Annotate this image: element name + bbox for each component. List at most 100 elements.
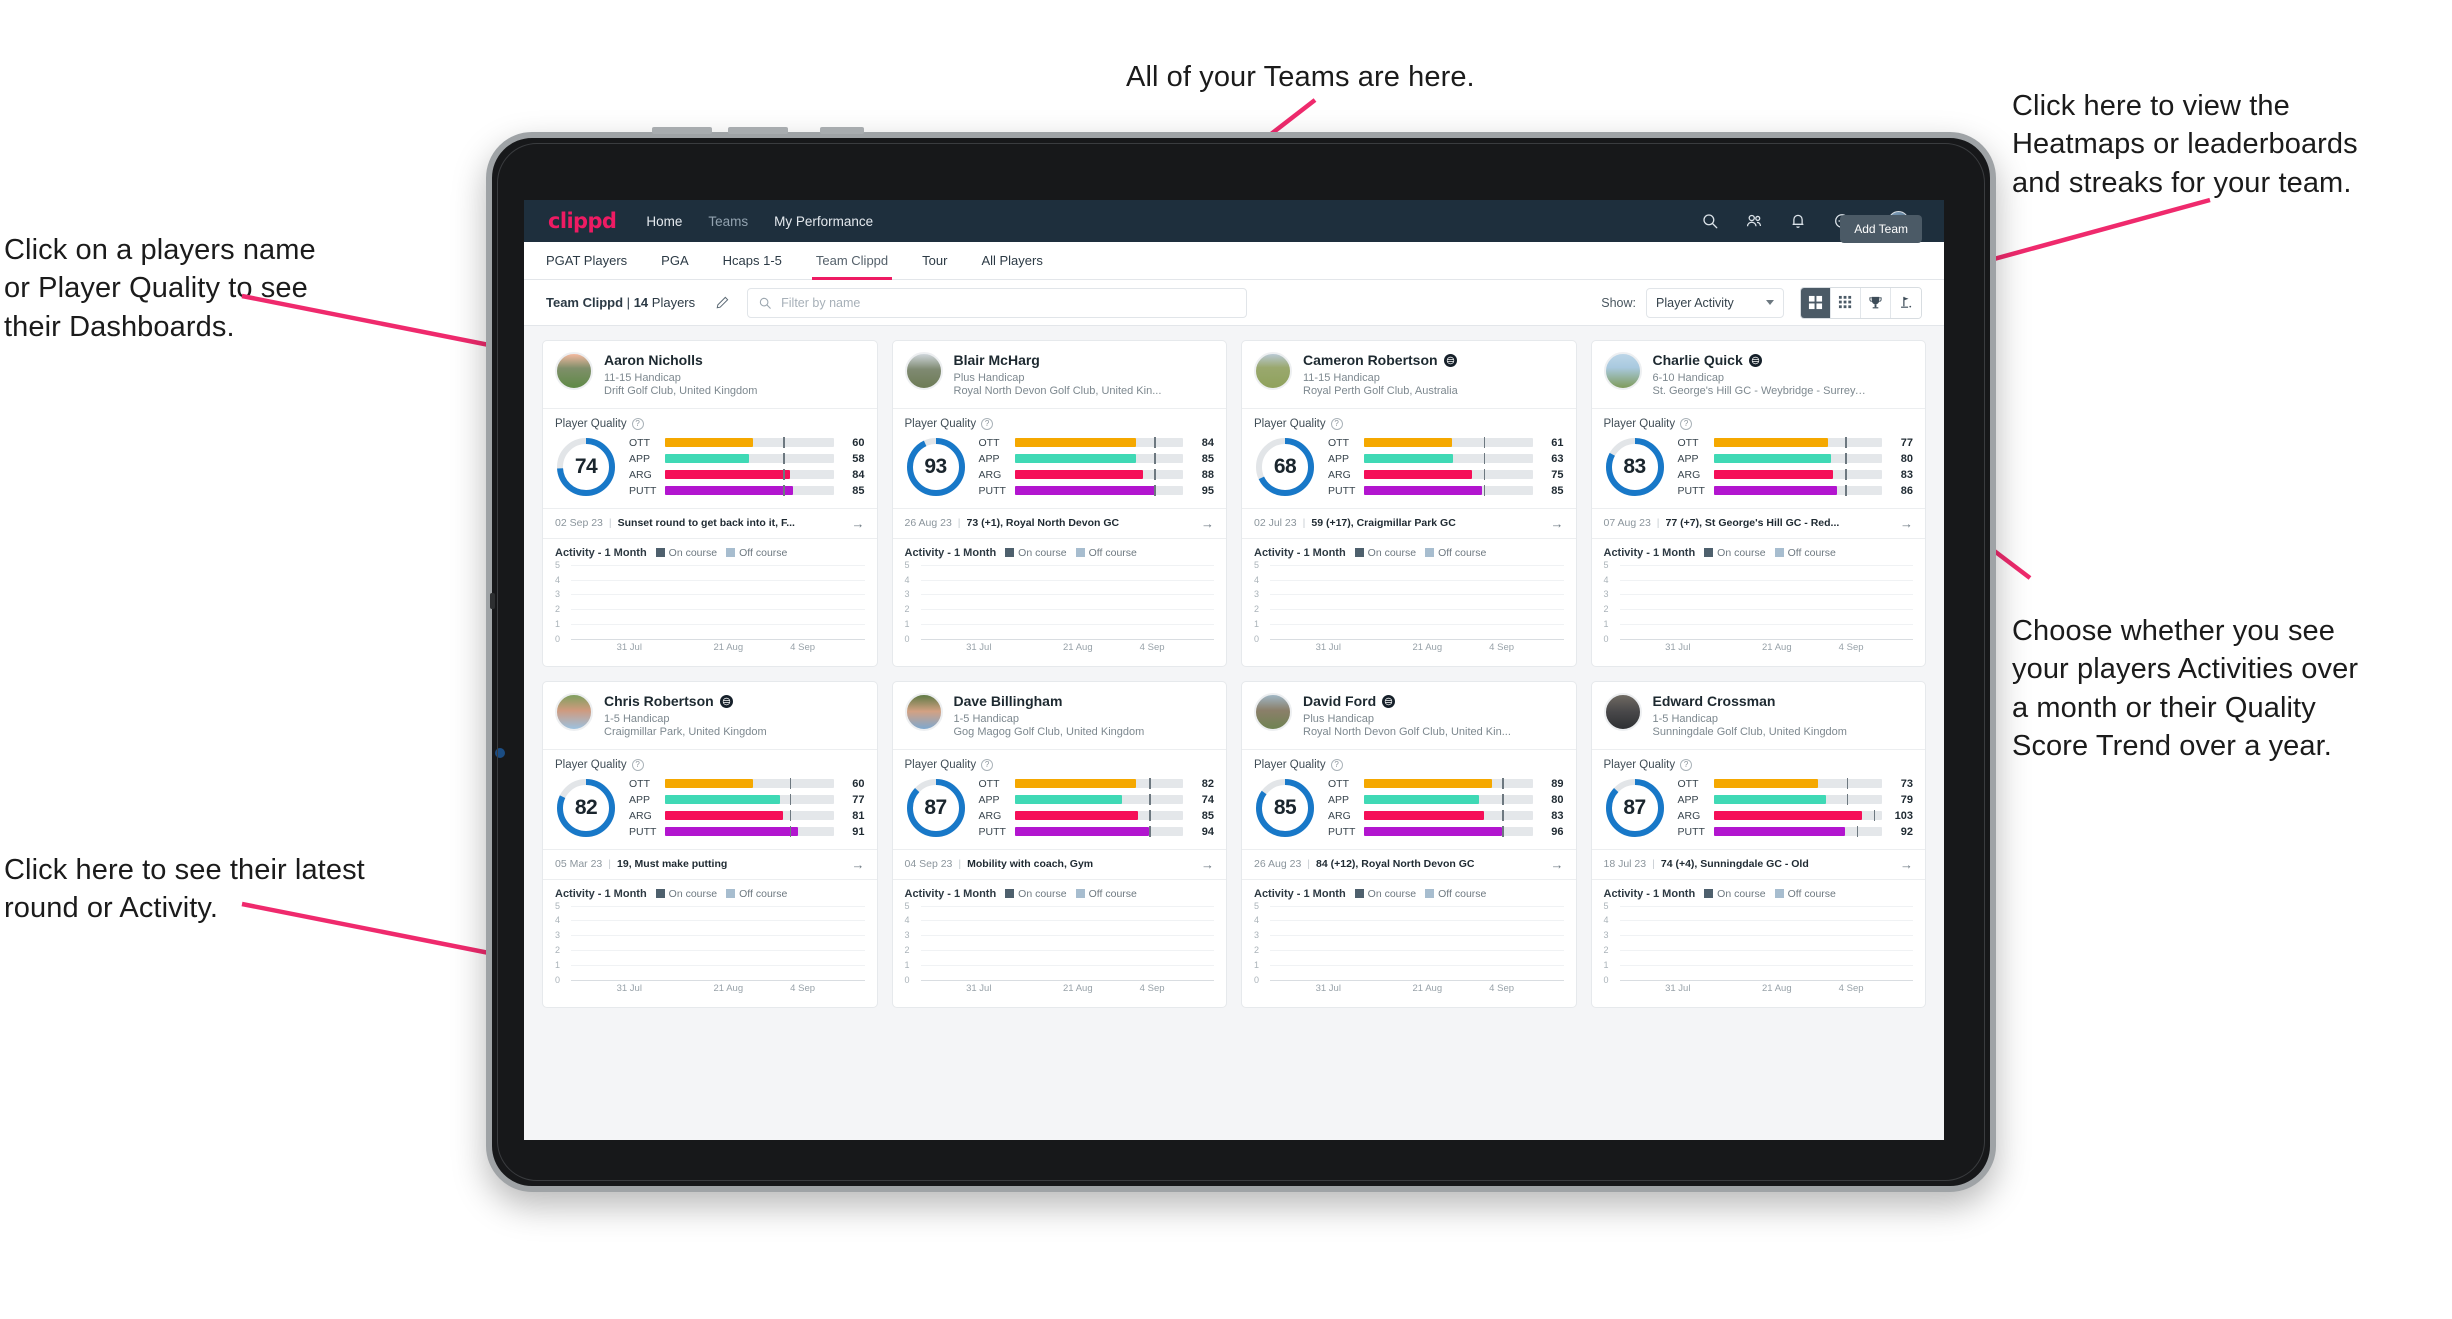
player-card-header[interactable]: Blair McHarg Plus Handicap Royal North Dev… bbox=[893, 341, 1227, 408]
clippd-logo[interactable]: clippd bbox=[548, 209, 617, 233]
player-card[interactable]: Cameron Robertson 11-15 Handicap Royal Per… bbox=[1241, 340, 1577, 667]
latest-round-row[interactable]: 26 Aug 23 | 84 (+12), Royal North Devon GC… bbox=[1242, 848, 1576, 879]
volume-up-button[interactable] bbox=[652, 127, 712, 134]
arrow-right-icon[interactable]: → bbox=[1551, 857, 1564, 872]
tab-hcaps-1-5[interactable]: Hcaps 1-5 bbox=[723, 242, 782, 280]
player-card-header[interactable]: Aaron Nicholls 11-15 Handicap Drift Golf C… bbox=[543, 341, 877, 408]
player-card-header[interactable]: Dave Billingham 1-5 Handicap Gog Magog Gol… bbox=[893, 682, 1227, 749]
avatar[interactable] bbox=[555, 352, 593, 390]
player-quality-section[interactable]: Player Quality? 87 OTT 82 APP 74 ARG 85 PUTT 94 bbox=[892, 748, 1226, 849]
grid-large-icon[interactable] bbox=[1801, 287, 1831, 318]
nav-link-teams[interactable]: Teams bbox=[708, 214, 748, 229]
avatar[interactable] bbox=[555, 692, 593, 731]
player-quality-section[interactable]: Player Quality? 74 OTT 60 APP 58 ARG 84 PUTT 85 bbox=[543, 407, 877, 508]
player-name-row[interactable]: Edward Crossman bbox=[1653, 693, 1847, 710]
player-name-row[interactable]: Dave Billingham bbox=[954, 693, 1145, 710]
player-name[interactable]: Cameron Robertson bbox=[1303, 352, 1438, 369]
people-icon[interactable] bbox=[1745, 212, 1763, 230]
help-icon[interactable]: ? bbox=[1330, 417, 1343, 430]
latest-round-row[interactable]: 18 Jul 23 | 74 (+4), Sunningdale GC - Old → bbox=[1591, 848, 1925, 879]
show-select[interactable]: Player Activity bbox=[1646, 287, 1784, 318]
arrow-right-icon[interactable]: → bbox=[1551, 516, 1564, 531]
volume-down-button[interactable] bbox=[728, 127, 788, 134]
quality-score-ring[interactable]: 74 bbox=[555, 436, 617, 498]
quality-score-ring[interactable]: 83 bbox=[1604, 436, 1666, 498]
tab-team-clippd[interactable]: Team Clippd bbox=[811, 242, 893, 280]
player-card-header[interactable]: Cameron Robertson 11-15 Handicap Royal Per… bbox=[1242, 341, 1576, 408]
help-icon[interactable]: ? bbox=[981, 417, 994, 430]
quality-score-ring[interactable]: 68 bbox=[1254, 436, 1316, 498]
search-icon[interactable] bbox=[1701, 212, 1719, 230]
arrow-right-icon[interactable]: → bbox=[852, 516, 865, 531]
avatar[interactable] bbox=[1603, 352, 1642, 390]
latest-round-row[interactable]: 02 Sep 23 | Sunset round to get back into … bbox=[543, 507, 877, 538]
player-card-header[interactable]: Chris Robertson 1-5 Handicap Craigmillar P… bbox=[543, 682, 877, 749]
arrow-right-icon[interactable]: → bbox=[852, 857, 865, 872]
avatar[interactable] bbox=[904, 692, 943, 731]
latest-round-row[interactable]: 05 Mar 23 | 19, Must make putting → bbox=[543, 848, 877, 879]
bell-icon[interactable] bbox=[1789, 212, 1807, 230]
tab-pgat-players[interactable]: PGAT Players bbox=[546, 242, 627, 280]
player-name-row[interactable]: Aaron Nicholls bbox=[604, 352, 757, 369]
player-card[interactable]: Chris Robertson 1-5 Handicap Craigmillar P… bbox=[542, 680, 878, 1008]
player-card-header[interactable]: Charlie Quick 6-10 Handicap St. George's H… bbox=[1592, 341, 1926, 408]
tab-all-players[interactable]: All Players bbox=[981, 242, 1042, 280]
player-quality-section[interactable]: Player Quality? 87 OTT 73 APP 79 ARG 103 PUTT 92 bbox=[1591, 748, 1925, 849]
player-card[interactable]: David Ford Plus Handicap Royal North Devon… bbox=[1241, 680, 1577, 1008]
help-icon[interactable]: ? bbox=[631, 758, 644, 771]
search-input[interactable]: Filter by name bbox=[747, 287, 1248, 318]
golf-flag-icon[interactable] bbox=[1891, 287, 1921, 318]
avatar[interactable] bbox=[1603, 692, 1642, 731]
help-icon[interactable]: ? bbox=[981, 758, 994, 771]
player-name-row[interactable]: Chris Robertson bbox=[604, 693, 767, 710]
latest-round-row[interactable]: 04 Sep 23 | Mobility with coach, Gym → bbox=[892, 848, 1226, 879]
player-quality-section[interactable]: Player Quality? 68 OTT 61 APP 63 ARG 75 PUTT 85 bbox=[1242, 407, 1576, 508]
grid-small-icon[interactable] bbox=[1831, 287, 1861, 318]
latest-round-row[interactable]: 07 Aug 23 | 77 (+7), St George's Hill GC -… bbox=[1591, 507, 1925, 538]
player-name-row[interactable]: Charlie Quick bbox=[1653, 352, 1868, 369]
help-icon[interactable]: ? bbox=[1680, 758, 1693, 771]
player-name[interactable]: David Ford bbox=[1303, 693, 1376, 710]
avatar[interactable] bbox=[1254, 352, 1292, 390]
quality-score-ring[interactable]: 82 bbox=[555, 777, 617, 839]
player-name-row[interactable]: Cameron Robertson bbox=[1303, 352, 1458, 369]
player-quality-section[interactable]: Player Quality? 93 OTT 84 APP 85 ARG 88 PUTT 95 bbox=[892, 407, 1226, 508]
player-card[interactable]: Blair McHarg Plus Handicap Royal North Dev… bbox=[891, 340, 1227, 667]
player-card-header[interactable]: Edward Crossman 1-5 Handicap Sunningdale G… bbox=[1592, 682, 1926, 749]
player-name[interactable]: Edward Crossman bbox=[1653, 693, 1776, 710]
player-card[interactable]: Aaron Nicholls 11-15 Handicap Drift Golf C… bbox=[542, 340, 878, 667]
player-name-row[interactable]: David Ford bbox=[1303, 693, 1511, 710]
player-card[interactable]: Charlie Quick 6-10 Handicap St. George's H… bbox=[1590, 340, 1926, 667]
help-icon[interactable]: ? bbox=[1680, 417, 1693, 430]
nav-link-my-performance[interactable]: My Performance bbox=[774, 214, 873, 229]
tab-tour[interactable]: Tour bbox=[922, 242, 947, 280]
player-quality-section[interactable]: Player Quality? 82 OTT 60 APP 77 ARG 81 PUTT 91 bbox=[543, 748, 877, 849]
quality-score-ring[interactable]: 85 bbox=[1254, 777, 1316, 839]
quality-score-ring[interactable]: 87 bbox=[905, 777, 967, 839]
arrow-right-icon[interactable]: → bbox=[1201, 857, 1214, 872]
player-card[interactable]: Dave Billingham 1-5 Handicap Gog Magog Gol… bbox=[891, 680, 1227, 1008]
player-name[interactable]: Aaron Nicholls bbox=[604, 352, 703, 369]
power-button[interactable] bbox=[820, 127, 864, 134]
avatar[interactable] bbox=[1254, 692, 1292, 731]
player-name[interactable]: Charlie Quick bbox=[1653, 352, 1743, 369]
arrow-right-icon[interactable]: → bbox=[1900, 857, 1913, 872]
player-quality-section[interactable]: Player Quality? 83 OTT 77 APP 80 ARG 83 PUTT 86 bbox=[1591, 407, 1925, 508]
add-team-button[interactable]: Add Team bbox=[1840, 215, 1922, 243]
latest-round-row[interactable]: 26 Aug 23 | 73 (+1), Royal North Devon GC → bbox=[892, 507, 1226, 538]
player-name[interactable]: Blair McHarg bbox=[954, 352, 1040, 369]
trophy-icon[interactable] bbox=[1861, 287, 1891, 318]
player-card[interactable]: Edward Crossman 1-5 Handicap Sunningdale G… bbox=[1590, 680, 1926, 1008]
arrow-right-icon[interactable]: → bbox=[1201, 516, 1214, 531]
arrow-right-icon[interactable]: → bbox=[1900, 516, 1913, 531]
quality-score-ring[interactable]: 93 bbox=[905, 436, 967, 498]
pencil-icon[interactable] bbox=[707, 288, 737, 318]
tab-pga[interactable]: PGA bbox=[661, 242, 688, 280]
player-name-row[interactable]: Blair McHarg bbox=[954, 352, 1162, 369]
player-name[interactable]: Chris Robertson bbox=[604, 693, 714, 710]
player-quality-section[interactable]: Player Quality? 85 OTT 89 APP 80 ARG 83 PUTT 96 bbox=[1242, 748, 1576, 849]
avatar[interactable] bbox=[904, 352, 943, 390]
player-card-header[interactable]: David Ford Plus Handicap Royal North Devon… bbox=[1242, 682, 1576, 749]
quality-score-ring[interactable]: 87 bbox=[1604, 777, 1666, 839]
nav-link-home[interactable]: Home bbox=[646, 214, 682, 229]
